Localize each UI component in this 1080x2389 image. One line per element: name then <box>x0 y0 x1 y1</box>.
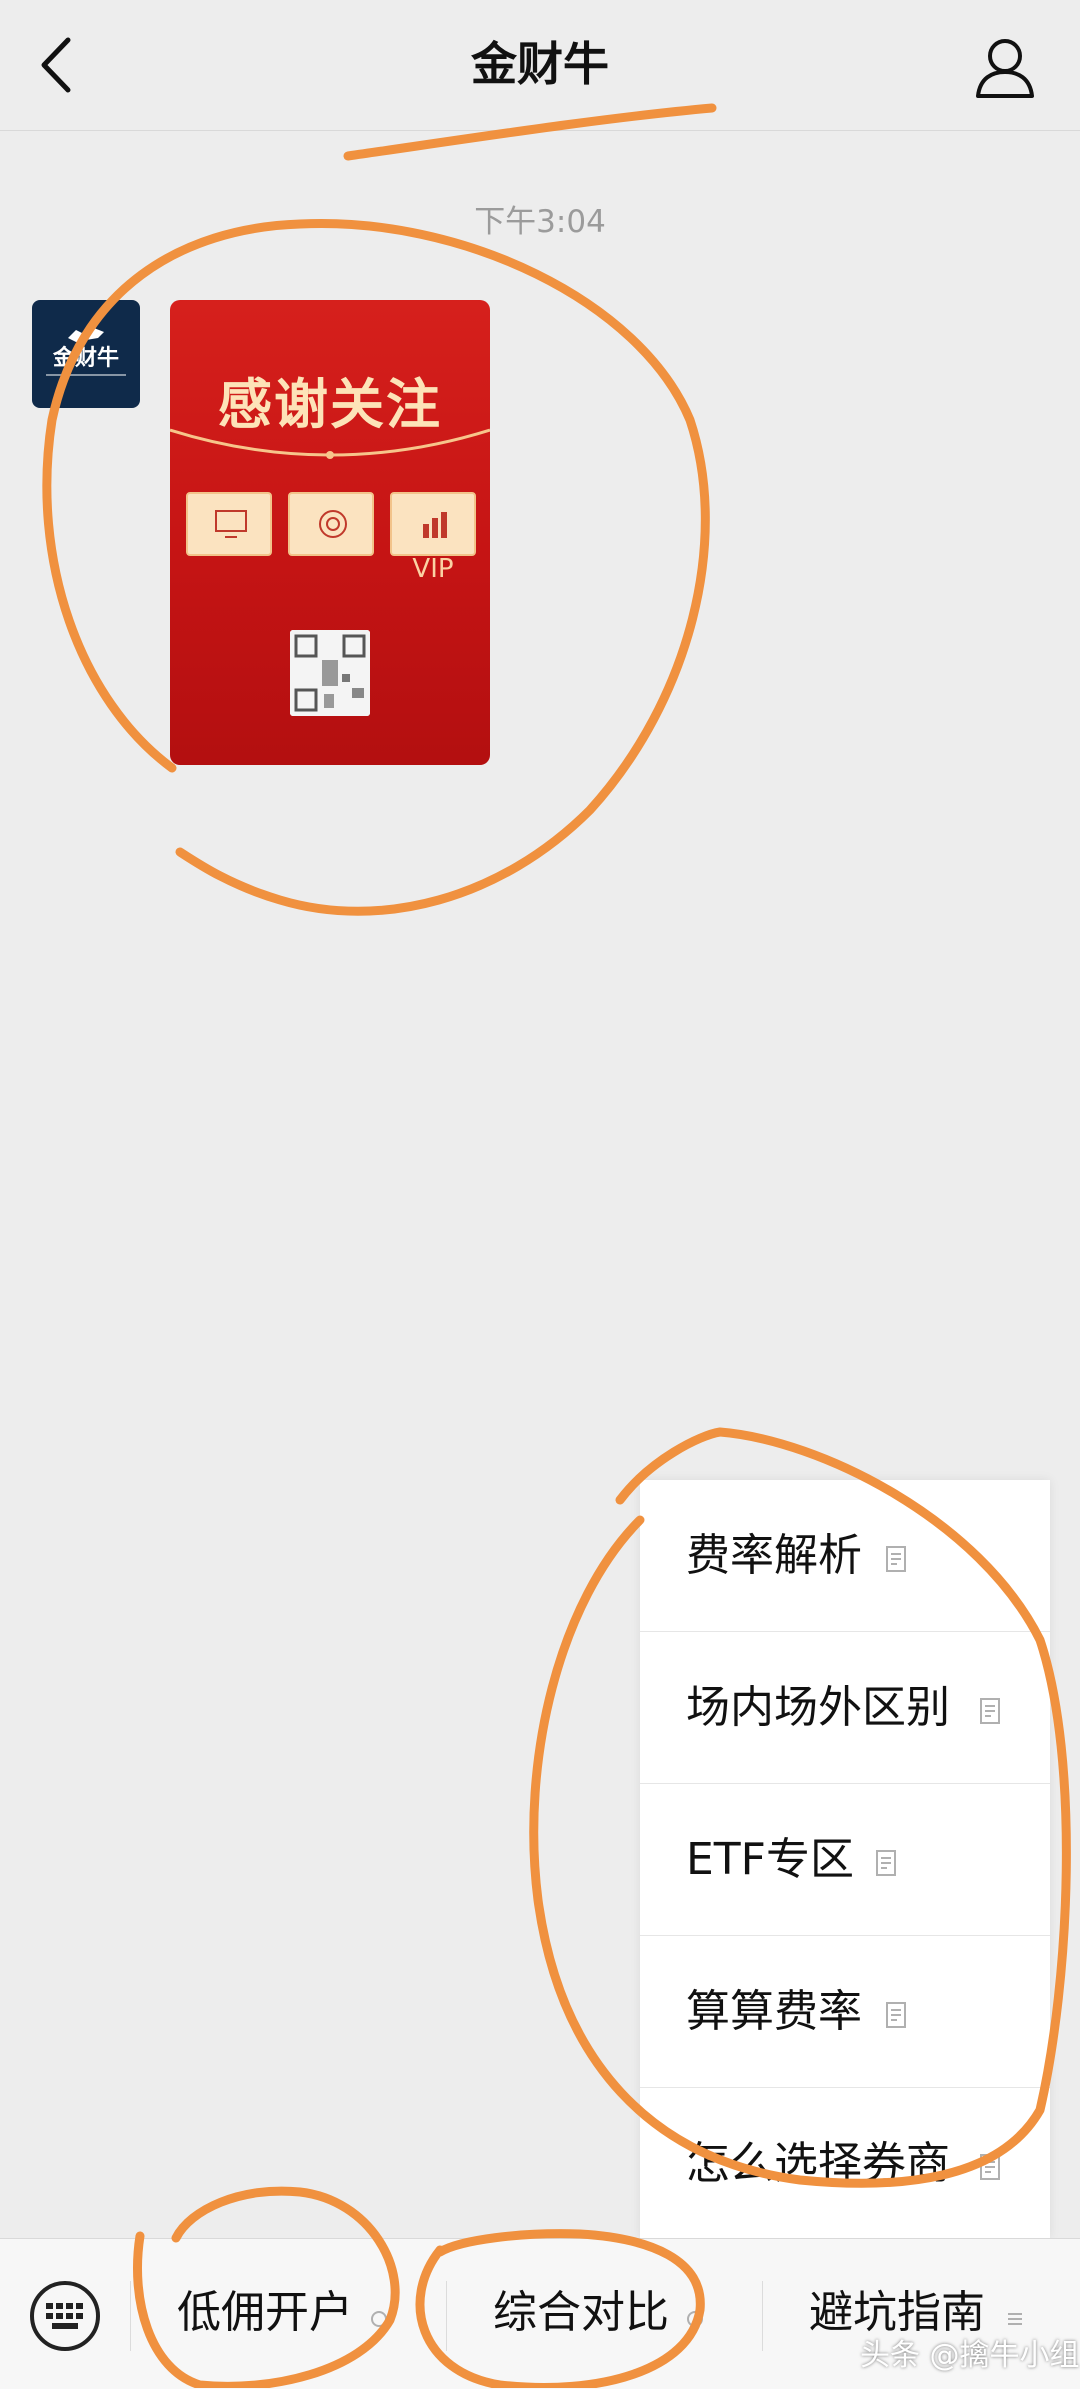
menu-item-label: 怎么选择券商 <box>686 2138 950 2189</box>
account-avatar[interactable]: 金财牛 <box>32 300 140 408</box>
document-icon <box>876 1850 896 1876</box>
keyboard-toggle-button[interactable] <box>28 2279 102 2353</box>
menu-item-label: 场内场外区别 <box>686 1682 950 1733</box>
chat-title: 金财牛 <box>471 37 609 91</box>
welcome-image-message[interactable]: 感谢关注 VIP <box>170 300 490 765</box>
submenu-indicator-icon <box>371 2311 387 2327</box>
document-icon <box>980 2154 1000 2180</box>
poster-feature-monitor <box>186 492 272 556</box>
source-watermark: 头条 @擒牛小组 <box>860 2338 1080 2373</box>
menu-item-etf-zone[interactable]: ETF专区 <box>640 1784 1050 1936</box>
poster-arc <box>170 428 490 459</box>
poster-feature-label: VIP <box>412 554 454 584</box>
menu-item-label: 算算费率 <box>686 1986 862 2037</box>
menu-item-calculate-fees[interactable]: 算算费率 <box>640 1936 1050 2088</box>
avatar-divider <box>46 374 126 376</box>
poster-feature-coin <box>288 492 374 556</box>
poster-feature-icons: VIP <box>186 492 476 592</box>
qr-code-icon <box>290 630 370 716</box>
top-bar: 金财牛 <box>0 0 1080 131</box>
document-icon <box>886 1546 906 1572</box>
tab-comprehensive-comparison[interactable]: 综合对比 <box>447 2239 762 2389</box>
menu-item-label: 费率解析 <box>686 1530 862 1581</box>
monitor-icon <box>215 510 247 538</box>
keyboard-icon <box>30 2281 100 2351</box>
submenu-popup: 费率解析 场内场外区别 ETF专区 算算费率 怎么选择券商 <box>640 1480 1050 2238</box>
menu-item-onfloor-offfloor[interactable]: 场内场外区别 <box>640 1632 1050 1784</box>
bull-logo-icon <box>68 328 104 342</box>
tab-label: 低佣开户 <box>177 2287 353 2338</box>
message-timestamp: 下午3:04 <box>474 204 606 240</box>
person-icon <box>976 39 1034 98</box>
poster-feature-chart <box>390 492 476 556</box>
menu-item-fee-analysis[interactable]: 费率解析 <box>640 1480 1050 1632</box>
menu-item-choose-broker[interactable]: 怎么选择券商 <box>640 2088 1050 2240</box>
menu-lines-icon <box>1008 2313 1022 2325</box>
document-icon <box>980 1698 1000 1724</box>
document-icon <box>886 2002 906 2028</box>
bar-chart-icon <box>423 512 447 538</box>
profile-button[interactable] <box>970 32 1040 102</box>
tab-low-commission-account[interactable]: 低佣开户 <box>131 2239 446 2389</box>
avatar-label: 金财牛 <box>52 346 119 371</box>
tab-label: 综合对比 <box>493 2287 669 2338</box>
coin-icon <box>319 510 347 538</box>
menu-item-label: ETF专区 <box>686 1834 854 1885</box>
submenu-indicator-icon <box>687 2311 703 2327</box>
